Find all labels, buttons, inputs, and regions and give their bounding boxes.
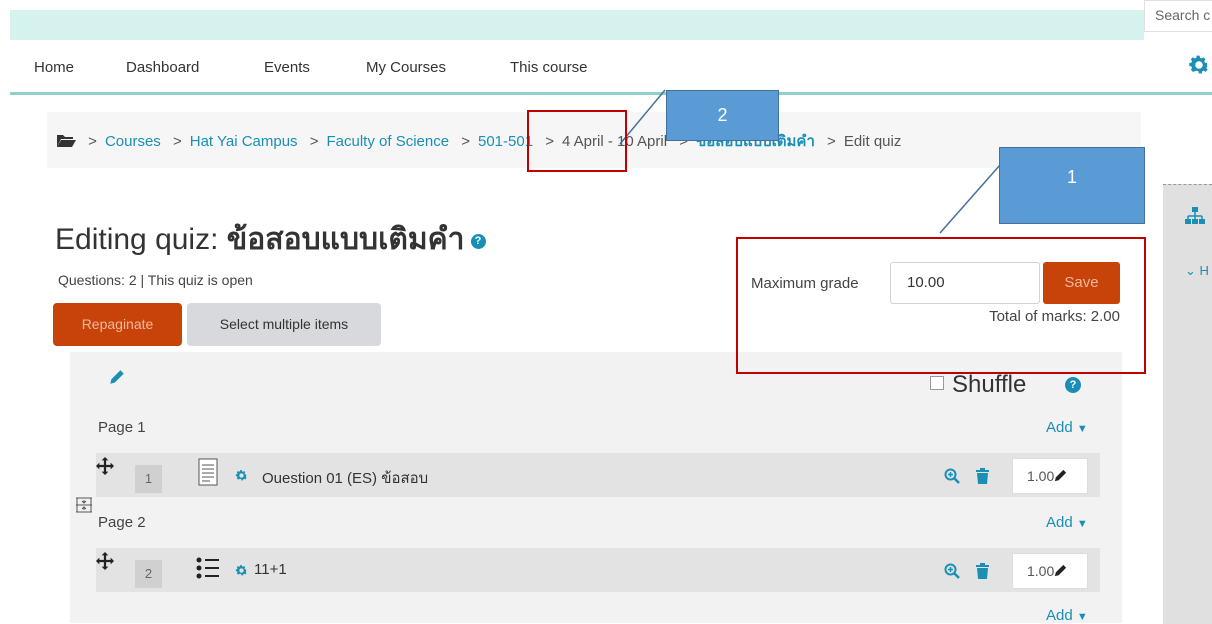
page-title: Editing quiz: ข้อสอบแบบเติมคำ? — [55, 216, 486, 263]
highlight-course-link — [527, 110, 627, 172]
question-name[interactable]: 11+1 — [254, 561, 287, 578]
add-menu-end[interactable]: Add ▼ — [1046, 607, 1088, 624]
breadcrumb-separator: > — [461, 133, 470, 150]
move-icon[interactable] — [96, 457, 114, 475]
breadcrumb-course[interactable]: 501-501 — [478, 133, 533, 150]
page-break-icon[interactable] — [75, 496, 93, 514]
breadcrumb-faculty[interactable]: Faculty of Science — [327, 133, 450, 150]
add-label: Add — [1046, 419, 1073, 436]
max-mark-field[interactable]: 1.00 — [1012, 458, 1088, 494]
slot-number: 1 — [135, 465, 162, 493]
shuffle-label: Shuffle — [952, 371, 1027, 398]
side-panel-item[interactable]: ⌄ H — [1185, 263, 1209, 279]
shuffle-control[interactable]: Shuffle — [930, 371, 1026, 399]
trash-icon[interactable] — [976, 468, 989, 484]
side-panel: ⌄ H — [1163, 184, 1212, 624]
main-nav: Home Dashboard Events My Courses This co… — [0, 41, 1212, 93]
slot-number: 2 — [135, 560, 162, 588]
top-band — [10, 10, 1144, 40]
nav-divider — [10, 92, 1212, 95]
repaginate-button[interactable]: Repaginate — [53, 303, 182, 346]
nav-events[interactable]: Events — [264, 59, 310, 76]
sitemap-icon — [1185, 207, 1205, 224]
nav-dashboard[interactable]: Dashboard — [126, 59, 199, 76]
page-title-prefix: Editing quiz: — [55, 223, 227, 256]
search-input[interactable]: Search c — [1144, 0, 1212, 32]
nav-this-course[interactable]: This course — [510, 59, 588, 76]
gear-icon[interactable] — [234, 563, 249, 578]
caret-down-icon: ▼ — [1076, 518, 1088, 530]
side-panel-label: H — [1199, 263, 1209, 278]
question-row: 1 Ouestion 01 (ES) ข้อสอบ 1.00 — [96, 453, 1100, 497]
question-row: 2 11+1 1.00 — [96, 548, 1100, 592]
gear-icon[interactable] — [1186, 52, 1212, 78]
help-icon[interactable]: ? — [1065, 377, 1081, 393]
add-label: Add — [1046, 607, 1073, 624]
gear-icon[interactable] — [234, 468, 249, 483]
page-1-label: Page 1 — [98, 419, 146, 436]
quiz-status: Questions: 2 | This quiz is open — [58, 272, 253, 288]
nav-home[interactable]: Home — [34, 59, 74, 76]
essay-question-icon — [198, 458, 218, 486]
multiple-choice-icon — [196, 557, 219, 579]
add-menu-page-1[interactable]: Add ▼ — [1046, 419, 1088, 436]
move-icon[interactable] — [96, 552, 114, 570]
help-icon[interactable]: ? — [470, 233, 486, 249]
max-mark-value: 1.00 — [1027, 468, 1055, 484]
shuffle-checkbox[interactable] — [930, 375, 944, 390]
folder-open-icon — [57, 135, 76, 147]
breadcrumb-separator: > — [309, 133, 319, 150]
max-mark-field[interactable]: 1.00 — [1012, 553, 1088, 589]
breadcrumb-separator: > — [172, 133, 182, 150]
caret-down-icon: ▼ — [1076, 611, 1088, 623]
pencil-icon[interactable] — [1053, 468, 1068, 483]
highlight-max-grade — [736, 237, 1146, 374]
page-2-label: Page 2 — [98, 514, 146, 531]
breadcrumb-courses[interactable]: Courses — [105, 133, 161, 150]
page-title-quiz-name: ข้อสอบแบบเติมคำ — [226, 223, 465, 256]
question-name[interactable]: Ouestion 01 (ES) ข้อสอบ — [262, 466, 428, 490]
breadcrumb-separator: > — [827, 133, 836, 150]
callout-1: 1 — [999, 147, 1145, 224]
breadcrumb-campus[interactable]: Hat Yai Campus — [190, 133, 298, 150]
trash-icon[interactable] — [976, 563, 989, 579]
add-menu-page-2[interactable]: Add ▼ — [1046, 514, 1088, 531]
caret-down-icon: ▼ — [1076, 423, 1088, 435]
breadcrumb-current: Edit quiz — [843, 133, 902, 150]
add-label: Add — [1046, 514, 1073, 531]
select-multiple-button[interactable]: Select multiple items — [187, 303, 381, 346]
pencil-icon[interactable] — [108, 368, 126, 386]
preview-icon[interactable] — [944, 563, 960, 579]
nav-my-courses[interactable]: My Courses — [366, 59, 446, 76]
pencil-icon[interactable] — [1053, 563, 1068, 578]
max-mark-value: 1.00 — [1027, 563, 1055, 579]
callout-2: 2 — [666, 90, 779, 141]
preview-icon[interactable] — [944, 468, 960, 484]
chevron-down-icon: ⌄ — [1185, 263, 1196, 278]
breadcrumb-separator: > — [88, 133, 97, 150]
